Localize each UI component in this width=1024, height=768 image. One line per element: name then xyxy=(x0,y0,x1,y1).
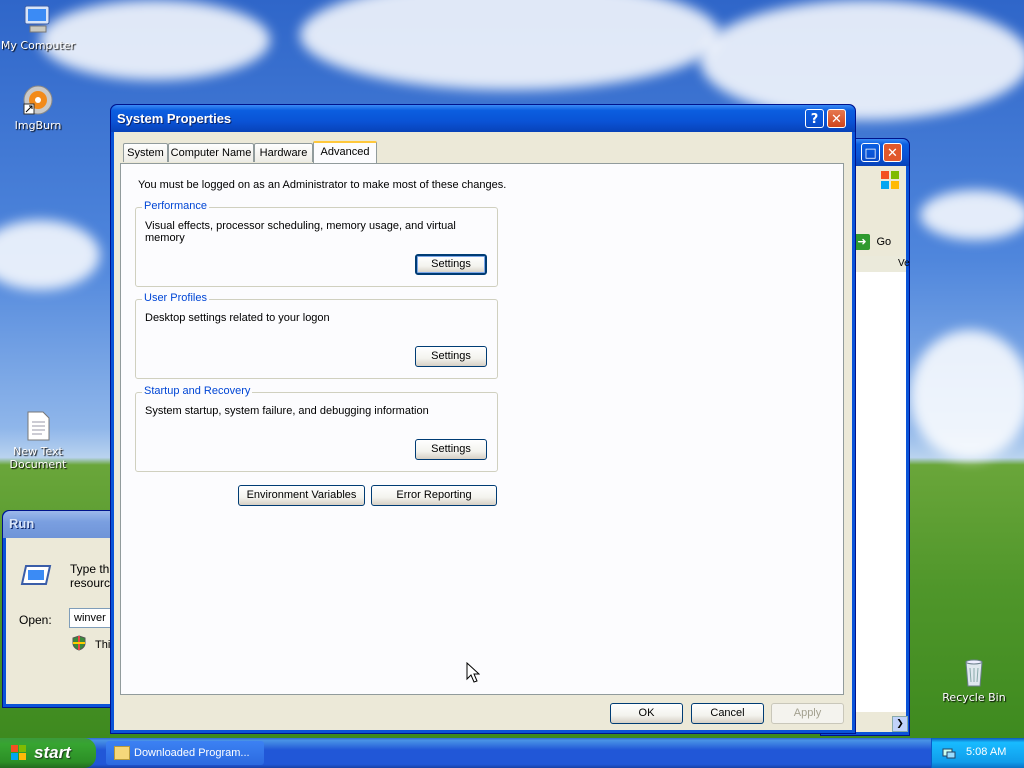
windows-logo-icon xyxy=(880,170,900,193)
run-dialog-title: Run xyxy=(9,516,35,531)
maximize-button[interactable]: □ xyxy=(861,143,880,162)
performance-group: Performance Visual effects, processor sc… xyxy=(135,200,498,287)
group-description: Visual effects, processor scheduling, me… xyxy=(145,220,456,244)
system-properties-window[interactable]: System Properties ? ✕ System Computer Na… xyxy=(110,104,856,734)
performance-settings-button[interactable]: Settings xyxy=(415,254,487,275)
start-button[interactable]: start xyxy=(0,738,96,768)
system-properties-titlebar[interactable]: System Properties ? ✕ xyxy=(111,105,855,132)
taskbar-item-downloaded-programs[interactable]: Downloaded Program... xyxy=(106,741,264,765)
clock[interactable]: 5:08 AM xyxy=(966,746,1006,758)
column-header-fragment[interactable]: Ve xyxy=(898,258,910,269)
scrollbar-right-arrow[interactable]: ❯ xyxy=(892,716,908,732)
recycle-bin-icon xyxy=(958,656,990,688)
taskbar: start Downloaded Program... 5:08 AM xyxy=(0,738,1024,768)
run-program-icon xyxy=(20,564,52,589)
windows-flag-icon xyxy=(10,744,28,767)
window-title: System Properties xyxy=(117,111,232,126)
tab-hardware[interactable]: Hardware xyxy=(254,143,313,162)
list-header: Ve xyxy=(854,256,910,273)
desktop-icon-my-computer[interactable]: My Computer xyxy=(0,4,78,52)
user-profiles-group: User Profiles Desktop settings related t… xyxy=(135,292,498,379)
go-button[interactable]: ➜ Go xyxy=(854,234,904,252)
desktop-icon-label: New Text Document xyxy=(9,445,67,471)
list-area[interactable] xyxy=(854,272,906,712)
mouse-cursor-icon xyxy=(466,661,481,687)
group-title: User Profiles xyxy=(142,292,209,304)
desktop-icon-recycle-bin[interactable]: Recycle Bin xyxy=(934,656,1014,704)
tab-advanced[interactable]: Advanced xyxy=(313,141,377,163)
startup-recovery-group: Startup and Recovery System startup, sys… xyxy=(135,385,498,472)
run-description-line1: Type th xyxy=(70,562,110,576)
tab-computer-name[interactable]: Computer Name xyxy=(168,143,254,162)
help-button[interactable]: ? xyxy=(805,109,824,128)
group-description: System startup, system failure, and debu… xyxy=(145,405,429,417)
close-button[interactable]: ✕ xyxy=(827,109,846,128)
desktop-icon-new-text-document[interactable]: New Text Document xyxy=(0,410,78,471)
open-label: Open: xyxy=(19,613,52,627)
shield-icon xyxy=(71,635,87,654)
error-reporting-button[interactable]: Error Reporting xyxy=(371,485,497,506)
desktop-icon-label: My Computer xyxy=(0,39,76,52)
text-document-icon xyxy=(22,410,54,442)
user-profiles-settings-button[interactable]: Settings xyxy=(415,346,487,367)
my-computer-icon xyxy=(22,4,54,36)
imgburn-icon xyxy=(22,84,54,116)
startup-recovery-settings-button[interactable]: Settings xyxy=(415,439,487,460)
tab-strip: System Computer Name Hardware Advanced xyxy=(119,141,847,165)
run-note-fragment: Thi xyxy=(95,639,111,651)
group-title: Performance xyxy=(142,200,209,212)
admin-note: You must be logged on as an Administrato… xyxy=(138,179,507,191)
desktop-icon-label: Recycle Bin xyxy=(942,691,1006,704)
go-arrow-icon: ➜ xyxy=(854,234,870,250)
desktop-icon-label: ImgBurn xyxy=(14,119,62,132)
apply-button[interactable]: Apply xyxy=(771,703,844,724)
advanced-tab-panel: You must be logged on as an Administrato… xyxy=(120,163,844,695)
cancel-button[interactable]: Cancel xyxy=(691,703,764,724)
ok-button[interactable]: OK xyxy=(610,703,683,724)
taskbar-item-label: Downloaded Program... xyxy=(134,747,250,759)
desktop-icon-imgburn[interactable]: ImgBurn xyxy=(0,84,78,132)
close-button[interactable]: ✕ xyxy=(883,143,902,162)
start-label: start xyxy=(34,743,71,762)
environment-variables-button[interactable]: Environment Variables xyxy=(238,485,365,506)
go-label: Go xyxy=(876,236,892,248)
system-properties-client: System Computer Name Hardware Advanced Y… xyxy=(114,132,852,730)
group-description: Desktop settings related to your logon xyxy=(145,312,330,324)
system-tray: 5:08 AM xyxy=(931,738,1024,768)
network-icon[interactable] xyxy=(942,746,956,763)
run-description-line2: resourc xyxy=(70,576,111,590)
open-input-value: winver xyxy=(74,612,106,624)
group-title: Startup and Recovery xyxy=(142,385,253,397)
tab-system[interactable]: System xyxy=(123,143,168,162)
folder-icon xyxy=(114,746,130,760)
